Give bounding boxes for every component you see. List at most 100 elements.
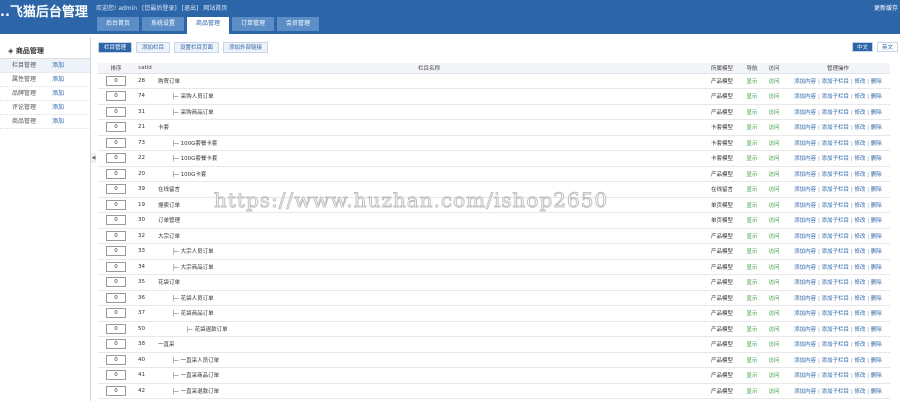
delete-link[interactable]: 删除 bbox=[871, 172, 882, 178]
edit-link[interactable]: 修改 bbox=[854, 296, 865, 302]
sort-input[interactable]: 0 bbox=[106, 199, 126, 210]
add-subcategory-link[interactable]: 添加子栏目 bbox=[822, 187, 850, 193]
add-subcategory-link[interactable]: 添加子栏目 bbox=[822, 94, 850, 100]
add-subcategory-link[interactable]: 添加子栏目 bbox=[822, 358, 850, 364]
edit-link[interactable]: 修改 bbox=[854, 265, 865, 271]
add-content-link[interactable]: 添加内容 bbox=[794, 389, 816, 395]
sort-input[interactable]: 0 bbox=[106, 370, 126, 381]
add-link[interactable]: 添加 bbox=[52, 101, 64, 115]
sort-input[interactable]: 0 bbox=[106, 153, 126, 164]
add-subcategory-link[interactable]: 添加子栏目 bbox=[822, 218, 850, 224]
sort-input[interactable]: 0 bbox=[106, 354, 126, 365]
sort-input[interactable]: 0 bbox=[106, 184, 126, 195]
delete-link[interactable]: 删除 bbox=[871, 203, 882, 209]
edit-link[interactable]: 修改 bbox=[854, 280, 865, 286]
delete-link[interactable]: 删除 bbox=[871, 280, 882, 286]
add-content-link[interactable]: 添加内容 bbox=[794, 172, 816, 178]
edit-link[interactable]: 修改 bbox=[854, 203, 865, 209]
access-link[interactable]: 访问 bbox=[762, 104, 786, 120]
edit-link[interactable]: 修改 bbox=[854, 342, 865, 348]
access-link[interactable]: 访问 bbox=[762, 367, 786, 384]
subtab-category-manage[interactable]: 栏目管理 bbox=[98, 42, 133, 53]
access-link[interactable]: 访问 bbox=[762, 259, 786, 275]
sort-input[interactable]: 0 bbox=[106, 137, 126, 148]
add-content-link[interactable]: 添加内容 bbox=[794, 110, 816, 116]
refresh-cache-link[interactable]: 更新缓存 bbox=[874, 3, 898, 12]
add-subcategory-link[interactable]: 添加子栏目 bbox=[822, 249, 850, 255]
sidebar-item-category[interactable]: 栏目管理 添加 bbox=[0, 59, 90, 73]
sort-input[interactable]: 0 bbox=[106, 230, 126, 241]
add-content-link[interactable]: 添加内容 bbox=[794, 156, 816, 162]
delete-link[interactable]: 删除 bbox=[871, 218, 882, 224]
sort-input[interactable]: 0 bbox=[106, 277, 126, 288]
tab-products[interactable]: 商品管理 bbox=[187, 17, 229, 34]
tab-members[interactable]: 会员管理 bbox=[277, 17, 319, 31]
add-link[interactable]: 添加 bbox=[52, 115, 64, 129]
edit-link[interactable]: 修改 bbox=[854, 187, 865, 193]
sort-input[interactable]: 0 bbox=[106, 106, 126, 117]
add-subcategory-link[interactable]: 添加子栏目 bbox=[822, 373, 850, 379]
add-content-link[interactable]: 添加内容 bbox=[794, 218, 816, 224]
subtab-add-link[interactable]: 添加外部链接 bbox=[223, 42, 269, 53]
sort-input[interactable]: 0 bbox=[106, 215, 126, 226]
add-content-link[interactable]: 添加内容 bbox=[794, 327, 816, 333]
access-link[interactable]: 访问 bbox=[762, 212, 786, 229]
add-subcategory-link[interactable]: 添加子栏目 bbox=[822, 172, 850, 178]
sort-input[interactable]: 0 bbox=[106, 261, 126, 272]
add-content-link[interactable]: 添加内容 bbox=[794, 342, 816, 348]
sidebar-item-product[interactable]: 商品管理 添加 bbox=[0, 115, 90, 129]
access-link[interactable]: 访问 bbox=[762, 228, 786, 244]
sort-input[interactable]: 0 bbox=[106, 91, 126, 102]
edit-link[interactable]: 修改 bbox=[854, 79, 865, 85]
add-content-link[interactable]: 添加内容 bbox=[794, 249, 816, 255]
add-link[interactable]: 添加 bbox=[52, 59, 64, 73]
lang-chinese-button[interactable]: 中文 bbox=[851, 42, 873, 52]
subtab-add-category[interactable]: 添加栏目 bbox=[136, 42, 171, 53]
add-content-link[interactable]: 添加内容 bbox=[794, 280, 816, 286]
sidebar-item-attribute[interactable]: 属性管理 添加 bbox=[0, 73, 90, 87]
edit-link[interactable]: 修改 bbox=[854, 234, 865, 240]
add-subcategory-link[interactable]: 添加子栏目 bbox=[822, 311, 850, 317]
edit-link[interactable]: 修改 bbox=[854, 373, 865, 379]
sort-input[interactable]: 0 bbox=[106, 168, 126, 179]
collapse-sidebar-icon[interactable]: ◀ bbox=[91, 153, 96, 163]
add-content-link[interactable]: 添加内容 bbox=[794, 358, 816, 364]
add-subcategory-link[interactable]: 添加子栏目 bbox=[822, 156, 850, 162]
add-link[interactable]: 添加 bbox=[52, 87, 64, 101]
tab-settings[interactable]: 系统设置 bbox=[142, 17, 184, 31]
edit-link[interactable]: 修改 bbox=[854, 327, 865, 333]
delete-link[interactable]: 删除 bbox=[871, 187, 882, 193]
add-subcategory-link[interactable]: 添加子栏目 bbox=[822, 110, 850, 116]
access-link[interactable]: 访问 bbox=[762, 197, 786, 213]
edit-link[interactable]: 修改 bbox=[854, 172, 865, 178]
add-content-link[interactable]: 添加内容 bbox=[794, 311, 816, 317]
site-home-link[interactable]: 网站首页 bbox=[203, 5, 227, 12]
add-content-link[interactable]: 添加内容 bbox=[794, 79, 816, 85]
access-link[interactable]: 访问 bbox=[762, 181, 786, 198]
delete-link[interactable]: 删除 bbox=[871, 141, 882, 147]
access-link[interactable]: 访问 bbox=[762, 290, 786, 306]
edit-link[interactable]: 修改 bbox=[854, 249, 865, 255]
add-content-link[interactable]: 添加内容 bbox=[794, 265, 816, 271]
last-login-link[interactable]: [您最后登录] bbox=[142, 5, 177, 12]
delete-link[interactable]: 删除 bbox=[871, 110, 882, 116]
add-content-link[interactable]: 添加内容 bbox=[794, 125, 816, 131]
access-link[interactable]: 访问 bbox=[762, 243, 786, 260]
access-link[interactable]: 访问 bbox=[762, 383, 786, 399]
edit-link[interactable]: 修改 bbox=[854, 389, 865, 395]
delete-link[interactable]: 删除 bbox=[871, 125, 882, 131]
add-subcategory-link[interactable]: 添加子栏目 bbox=[822, 327, 850, 333]
edit-link[interactable]: 修改 bbox=[854, 141, 865, 147]
delete-link[interactable]: 删除 bbox=[871, 373, 882, 379]
lang-english-button[interactable]: 英文 bbox=[876, 42, 898, 52]
edit-link[interactable]: 修改 bbox=[854, 358, 865, 364]
sort-input[interactable]: 0 bbox=[106, 292, 126, 303]
logout-link[interactable]: [退出] bbox=[182, 5, 199, 12]
sort-input[interactable]: 0 bbox=[106, 75, 126, 86]
sort-input[interactable]: 0 bbox=[106, 246, 126, 257]
delete-link[interactable]: 删除 bbox=[871, 265, 882, 271]
edit-link[interactable]: 修改 bbox=[854, 311, 865, 317]
access-link[interactable]: 访问 bbox=[762, 336, 786, 353]
access-link[interactable]: 访问 bbox=[762, 166, 786, 182]
delete-link[interactable]: 删除 bbox=[871, 327, 882, 333]
